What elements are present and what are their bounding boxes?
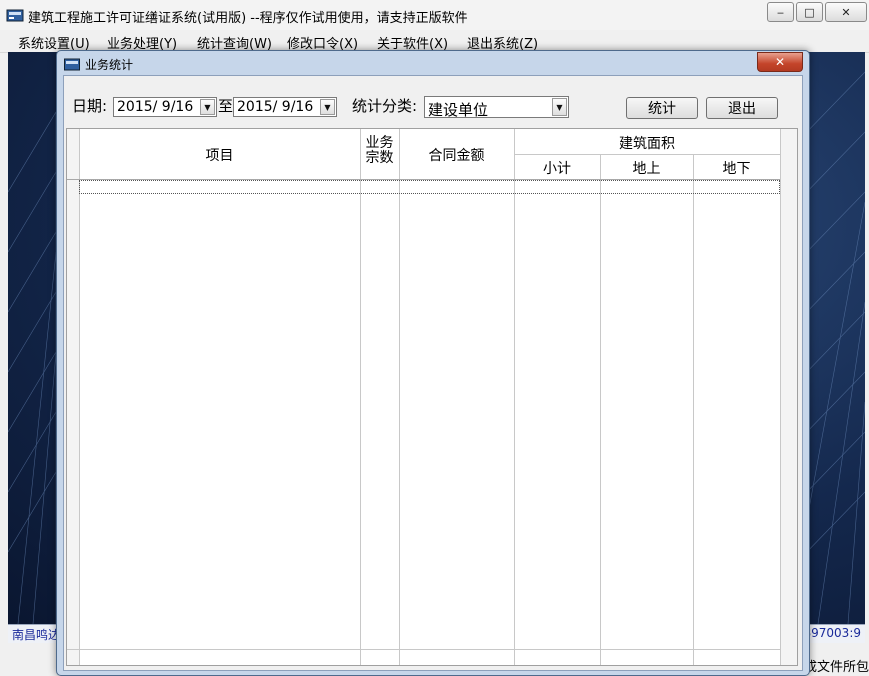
close-icon: ✕: [841, 5, 851, 19]
header-item[interactable]: 项目: [79, 145, 360, 165]
chevron-down-icon[interactable]: ▼: [320, 99, 335, 115]
header-above-ground[interactable]: 地上: [600, 158, 693, 178]
category-select[interactable]: 建设单位 ▼: [424, 96, 569, 119]
business-statistics-dialog: 业务统计 ✕ 日期: 2015/ 9/16 ▼ 至 2015/ 9/16 ▼ 统…: [56, 50, 810, 676]
statistics-table[interactable]: 项目 业务 宗数 合同金额 建筑面积 小计 地上 地下: [66, 128, 798, 666]
dialog-app-icon: [64, 58, 80, 71]
header-building-area[interactable]: 建筑面积: [514, 133, 780, 153]
maximize-icon: □: [804, 5, 815, 19]
minimize-icon: ‒: [777, 5, 784, 19]
status-company: 南昌鸣达: [12, 628, 61, 642]
dialog-title: 业务统计: [85, 58, 134, 72]
minimize-button[interactable]: ‒: [767, 2, 794, 22]
category-value: 建设单位: [428, 101, 489, 119]
dialog-body: 日期: 2015/ 9/16 ▼ 至 2015/ 9/16 ▼ 统计分类: 建设…: [63, 75, 803, 671]
date-label: 日期:: [72, 97, 108, 115]
vertical-scrollbar[interactable]: [780, 129, 797, 665]
chevron-down-icon[interactable]: ▼: [552, 98, 567, 116]
window-title: 建筑工程施工许可证缮证系统(试用版) --程序仅作试用使用，请支持正版软件: [28, 11, 468, 26]
date-from-value: 2015/ 9/16: [117, 99, 194, 115]
maximize-button[interactable]: □: [796, 2, 823, 22]
window-controls: ‒ □ ✕: [767, 2, 867, 22]
window-close-button[interactable]: ✕: [825, 2, 867, 22]
bottom-status-text: 成文件所包: [803, 660, 869, 675]
close-icon: ✕: [774, 55, 786, 69]
row-indicator-column: [67, 129, 79, 665]
date-to-value: 2015/ 9/16: [237, 99, 314, 115]
to-label: 至: [218, 97, 234, 115]
chevron-down-icon[interactable]: ▼: [200, 99, 215, 115]
header-subtotal[interactable]: 小计: [514, 158, 600, 178]
exit-button[interactable]: 退出: [706, 97, 778, 119]
date-to-picker[interactable]: 2015/ 9/16 ▼: [233, 97, 337, 117]
header-count-line2[interactable]: 宗数: [360, 151, 399, 166]
header-count-line1[interactable]: 业务: [360, 136, 399, 151]
date-from-picker[interactable]: 2015/ 9/16 ▼: [113, 97, 217, 117]
header-contract-amount[interactable]: 合同金额: [399, 145, 514, 165]
header-below-ground[interactable]: 地下: [693, 158, 780, 178]
category-label: 统计分类:: [352, 97, 418, 115]
stat-button[interactable]: 统计: [626, 97, 698, 119]
app-icon: [6, 9, 24, 22]
main-title-bar: 建筑工程施工许可证缮证系统(试用版) --程序仅作试用使用，请支持正版软件 ‒ …: [0, 0, 869, 30]
selected-row[interactable]: [79, 180, 780, 194]
dialog-close-button[interactable]: ✕: [757, 52, 803, 72]
